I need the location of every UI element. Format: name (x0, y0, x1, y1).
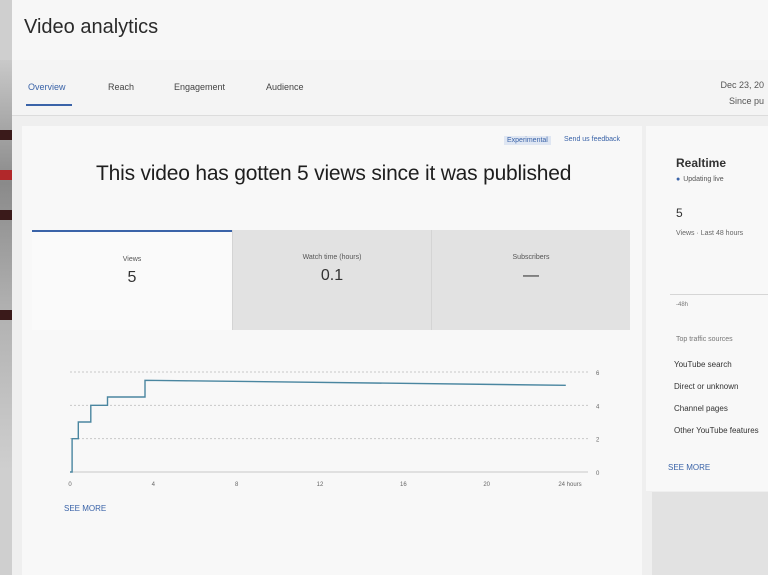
x-tick-label: 4 (152, 482, 156, 488)
metric-card-watch-time[interactable]: Watch time (hours) 0.1 (232, 230, 431, 330)
metric-value: — (523, 267, 539, 284)
metric-value: 5 (127, 269, 137, 286)
experimental-badge: Experimental (504, 136, 551, 145)
background-fragment (0, 310, 12, 320)
background-fragment (0, 130, 12, 140)
traffic-source-item[interactable]: Channel pages (674, 404, 728, 413)
traffic-source-item[interactable]: YouTube search (674, 360, 732, 369)
tab-bar: Overview Reach Engagement Audience Dec 2… (12, 60, 768, 116)
see-more-button[interactable]: SEE MORE (64, 504, 106, 513)
metric-label: Views (122, 256, 142, 263)
x-tick-label: 8 (235, 482, 239, 488)
traffic-source-item[interactable]: Direct or unknown (674, 382, 738, 391)
realtime-see-more-button[interactable]: SEE MORE (668, 463, 710, 472)
background-fragment (0, 170, 12, 180)
metric-card-views[interactable]: Views 5 (32, 230, 232, 330)
y-tick-label: 2 (596, 438, 600, 444)
metric-value: 0.1 (320, 267, 344, 284)
x-tick-label: 0 (68, 482, 72, 488)
x-tick-label: 12 (317, 482, 324, 488)
tab-reach[interactable]: Reach (108, 82, 134, 92)
y-tick-label: 6 (596, 371, 600, 377)
background-area (652, 492, 768, 575)
x-tick-label: 20 (483, 482, 490, 488)
x-tick-label: 16 (400, 482, 407, 488)
x-tick-label: 24 hours (558, 482, 581, 488)
metric-card-subscribers[interactable]: Subscribers — (431, 230, 630, 330)
send-feedback-link[interactable]: Send us feedback (564, 136, 620, 143)
views-line-chart: 0 2 4 6 0 4 8 12 16 20 24 hours (68, 371, 600, 488)
tab-overview[interactable]: Overview (28, 82, 66, 92)
metric-label: Subscribers (512, 254, 550, 261)
realtime-status: Updating live (676, 176, 723, 183)
y-tick-label: 4 (596, 404, 600, 410)
page-header: Video analytics (12, 0, 768, 60)
metric-cards: Views 5 Watch time (hours) 0.1 Subscribe… (32, 230, 630, 330)
realtime-count-label: Views · Last 48 hours (676, 230, 744, 237)
traffic-source-item[interactable]: Other YouTube features (674, 426, 759, 435)
realtime-title: Realtime (676, 156, 727, 170)
date-range-label[interactable]: Since pu (729, 96, 764, 106)
metric-label: Watch time (hours) (302, 254, 362, 261)
background-fragment (0, 210, 12, 220)
active-tab-indicator (26, 104, 72, 106)
realtime-view-count: 5 (676, 206, 683, 220)
overview-panel: Experimental Send us feedback This video… (22, 126, 642, 575)
tab-audience[interactable]: Audience (266, 82, 304, 92)
realtime-card: Realtime Updating live 5 Views · Last 48… (646, 126, 768, 491)
date-range-value[interactable]: Dec 23, 20 (720, 80, 764, 90)
realtime-axis-label: -48h (676, 302, 689, 308)
views-series-line (70, 379, 566, 473)
realtime-chart-baseline (670, 294, 768, 295)
page-title: Video analytics (24, 16, 159, 38)
traffic-sources-title: Top traffic sources (676, 336, 733, 343)
analytics-window: Video analytics Overview Reach Engagemen… (12, 0, 768, 575)
views-headline: This video has gotten 5 views since it w… (96, 162, 572, 185)
tab-engagement[interactable]: Engagement (174, 82, 225, 92)
y-tick-label: 0 (596, 471, 600, 477)
